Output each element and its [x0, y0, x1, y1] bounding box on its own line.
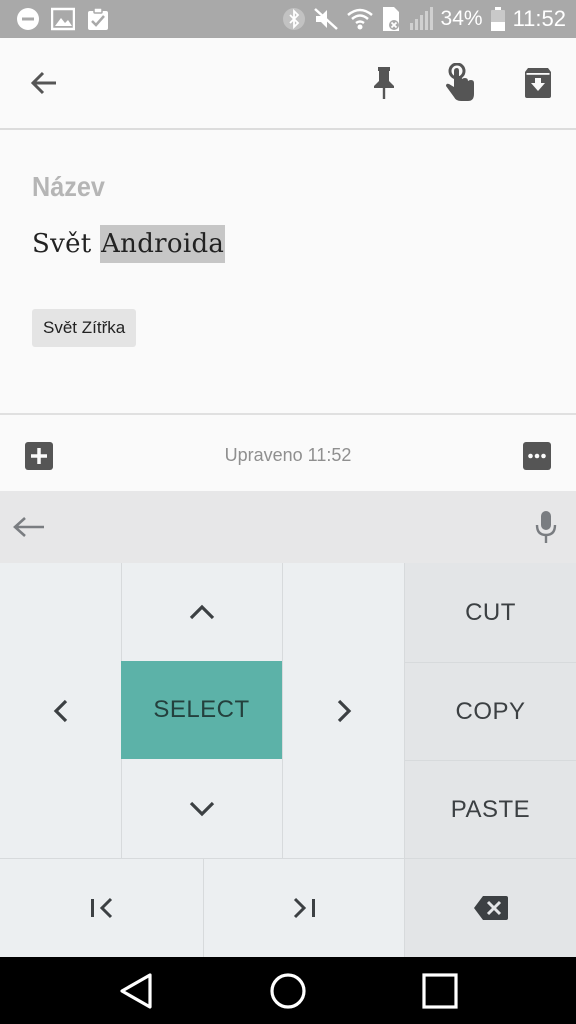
pin-button[interactable]	[360, 59, 408, 107]
system-navigation-bar	[0, 957, 576, 1024]
keyboard-top-bar	[0, 491, 576, 563]
status-left-icons	[16, 7, 110, 31]
note-editor[interactable]: Název Svět Androida Svět Zítřka	[0, 130, 576, 413]
recents-square-icon	[422, 973, 458, 1009]
paste-key[interactable]: PASTE	[404, 760, 576, 858]
note-body-text: Svět	[32, 229, 101, 259]
selected-text[interactable]: Androida	[100, 225, 226, 263]
down-chevron-icon	[188, 800, 216, 818]
sim-icon	[381, 6, 401, 32]
mute-icon	[313, 7, 339, 31]
back-arrow-icon	[29, 68, 59, 98]
wifi-icon	[346, 8, 373, 30]
status-bar: 34% 11:52	[0, 0, 576, 38]
battery-percent: 34%	[440, 7, 483, 30]
clipboard-check-icon	[86, 7, 110, 31]
nav-recents-button[interactable]	[418, 969, 462, 1013]
home-circle-icon	[269, 972, 307, 1010]
up-chevron-icon	[188, 603, 216, 621]
archive-button[interactable]	[514, 59, 562, 107]
left-arrow-key[interactable]	[0, 563, 121, 858]
copy-key[interactable]: COPY	[404, 662, 576, 760]
microphone-icon	[534, 509, 558, 545]
note-bottom-bar: Upraveno 11:52	[0, 413, 576, 493]
right-arrow-key[interactable]	[282, 563, 404, 858]
backspace-icon	[473, 895, 509, 921]
archive-icon	[522, 67, 554, 99]
back-button[interactable]	[20, 59, 68, 107]
edited-timestamp: Upraveno 11:52	[224, 445, 352, 465]
clock: 11:52	[512, 6, 566, 31]
note-body-field[interactable]: Svět Androida	[32, 225, 226, 263]
copy-key-label: COPY	[455, 697, 526, 725]
up-arrow-key[interactable]	[121, 563, 282, 661]
cut-key-label: CUT	[465, 598, 516, 626]
battery-icon	[490, 7, 505, 31]
image-icon	[51, 7, 75, 31]
more-options-button[interactable]	[522, 441, 552, 471]
pin-icon	[370, 66, 398, 100]
more-options-icon	[522, 441, 552, 471]
paste-key-label: PASTE	[450, 795, 531, 823]
right-chevron-icon	[334, 698, 354, 724]
line-start-icon	[89, 896, 115, 920]
left-chevron-icon	[51, 698, 71, 724]
reminder-button[interactable]	[436, 59, 484, 107]
keyboard-back-button[interactable]	[12, 513, 46, 541]
note-toolbar	[0, 38, 576, 130]
select-key-label: SELECT	[153, 696, 250, 723]
status-right-icons: 34% 11:52	[282, 0, 566, 38]
back-triangle-icon	[118, 972, 154, 1010]
label-chip[interactable]: Svět Zítřka	[32, 309, 137, 347]
down-arrow-key[interactable]	[121, 759, 282, 858]
keyboard-back-icon	[12, 513, 46, 541]
nav-home-button[interactable]	[266, 969, 310, 1013]
select-key[interactable]: SELECT	[121, 661, 282, 759]
nav-back-button[interactable]	[114, 969, 158, 1013]
line-start-key[interactable]	[0, 858, 203, 957]
line-end-icon	[291, 896, 317, 920]
cut-key[interactable]: CUT	[404, 563, 576, 662]
bluetooth-icon	[282, 7, 305, 31]
backspace-key[interactable]	[404, 858, 576, 957]
text-editing-keyboard: SELECT CUT COPY PASTE	[0, 563, 576, 957]
microphone-button[interactable]	[534, 509, 558, 545]
signal-icon	[409, 7, 433, 31]
note-title-field[interactable]: Název	[32, 171, 105, 203]
line-end-key[interactable]	[203, 858, 404, 957]
reminder-icon	[443, 63, 477, 103]
minus-circle-icon	[16, 7, 40, 31]
